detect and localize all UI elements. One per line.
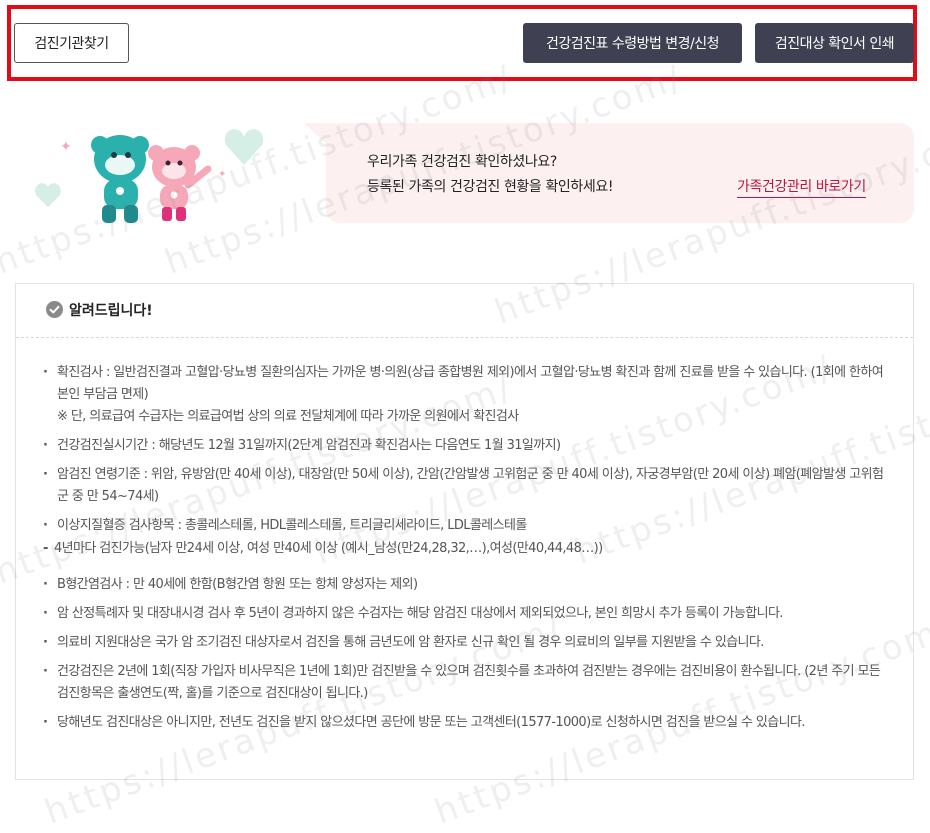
notice-item-note: ※ 단, 의료급여 수급자는 의료급여법 상의 의료 전달체계에 따라 가까운 … [57,409,519,424]
notice-item-apply-previous-year: 당해년도 검진대상은 아니지만, 전년도 검진을 받지 않으셨다면 공단에 방문… [43,712,888,734]
sparkle-left-icon: ✦ [60,139,72,155]
heart-right-icon [224,129,264,165]
notice-item-checkup-frequency: 건강검진은 2년에 1회(직장 가입자 비사무직은 1년에 1회)만 검진받을 … [43,661,888,705]
notice-item-cancer-exception: 암 산정특례자 및 대장내시경 검사 후 5년이 경과하지 않은 수검자는 해당… [43,603,888,625]
notice-item-lipid-test: 이상지질혈증 검사항목 : 총콜레스테롤, HDL콜레스테롤, 트리글리세라이드… [43,515,888,537]
change-receipt-method-button[interactable]: 건강검진표 수령방법 변경/신청 [523,23,742,63]
notice-item-hepatitis-b: B형간염검사 : 만 40세에 한함(B형간염 항원 또는 항체 양성자는 제외… [43,574,888,596]
heart-left-icon [35,183,61,207]
notice-item-period: 건강검진실시기간 : 해당년도 12월 31일까지(2단계 암검진과 확진검사는… [43,435,888,457]
mascot-illustration: ✦ ✦ [35,129,264,223]
family-health-banner: 우리가족 건강검진 확인하셨나요? 등록된 가족의 건강검진 현황을 확인하세요… [304,123,914,223]
notice-list: 확진검사 : 일반검진결과 고혈압·당뇨병 질환의심자는 가까운 병·의원(상급… [43,362,888,741]
banner-description: 등록된 가족의 건강검진 현황을 확인하세요! [367,179,614,195]
teal-mascot [91,135,149,223]
notice-item-confirmation-test: 확진검사 : 일반검진결과 고혈압·당뇨병 질환의심자는 가까운 병·의원(상급… [43,362,888,428]
pink-mascot [148,145,212,221]
notice-title: 알려드립니다! [69,303,153,319]
check-circle-icon [46,301,63,318]
notice-panel: 알려드립니다! 확진검사 : 일반검진결과 고혈압·당뇨병 질환의심자는 가까운… [15,283,914,780]
notice-item-cancer-age: 암검진 연령기준 : 위암, 유방암(만 40세 이상), 대장암(만 50세 … [43,464,888,508]
sparkle-right-icon: ✦ [218,169,226,180]
notice-subitem-lipid-interval: 4년마다 검진가능(남자 만24세 이상, 여성 만40세 이상 (예시_남성(… [43,538,888,560]
banner-question: 우리가족 건강검진 확인하셨나요? [367,154,557,170]
print-certificate-button[interactable]: 검진대상 확인서 인쇄 [755,23,914,63]
find-institution-button[interactable]: 검진기관찾기 [14,23,129,63]
family-health-link[interactable]: 가족건강관리 바로가기 [737,176,866,198]
notice-header: 알려드립니다! [16,284,913,338]
notice-item-medical-support: 의료비 지원대상은 국가 암 조기검진 대상자로서 검진을 통해 금년도에 암 … [43,632,888,654]
notice-item-text: 확진검사 : 일반검진결과 고혈압·당뇨병 질환의심자는 가까운 병·의원(상급… [57,365,884,402]
